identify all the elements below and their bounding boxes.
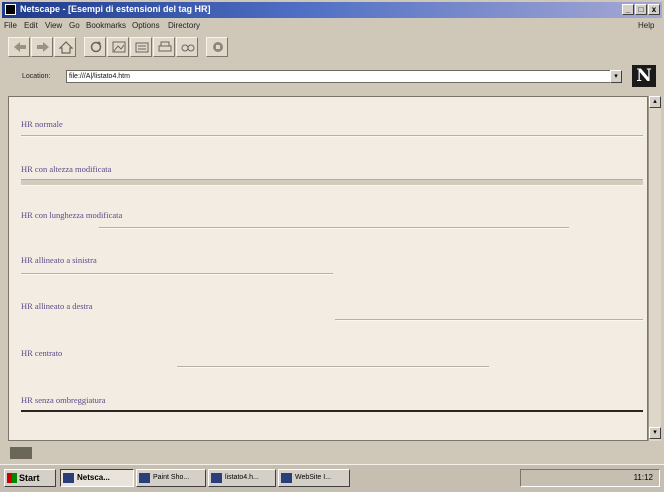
task-paint-shop[interactable]: Paint Sho... xyxy=(136,469,206,487)
task-netscape[interactable]: Netsca... xyxy=(60,469,134,487)
maximize-button[interactable]: □ xyxy=(635,4,647,15)
hr-lunghezza-modificata xyxy=(99,227,569,229)
task-paint-shop-label: Paint Sho... xyxy=(153,474,190,481)
windows-logo-icon xyxy=(7,473,17,483)
window-title: Netscape - [Esempi di estensioni del tag… xyxy=(20,4,211,14)
back-icon[interactable] xyxy=(8,37,30,57)
start-button[interactable]: Start xyxy=(4,469,56,487)
hr-altezza-label: HR con altezza modificata xyxy=(21,164,112,174)
hr-altezza-modificata xyxy=(21,179,643,186)
hr-senza-ombreggiatura xyxy=(21,410,643,412)
task-netscape-label: Netsca... xyxy=(77,473,110,482)
navigation-toolbar xyxy=(2,34,662,62)
print-icon[interactable] xyxy=(153,37,175,57)
paint-shop-task-icon xyxy=(139,473,150,483)
status-bar xyxy=(2,443,662,463)
hr-destra-label: HR allineato a destra xyxy=(21,301,93,311)
menu-file[interactable]: File xyxy=(4,21,17,30)
security-key-icon xyxy=(10,447,32,459)
start-label: Start xyxy=(19,473,40,483)
hr-lunghezza-label: HR con lunghezza modificata xyxy=(21,210,123,220)
menu-bar: File Edit View Go Bookmarks Options Dire… xyxy=(2,19,662,33)
menu-options[interactable]: Options xyxy=(132,21,160,30)
scroll-down-icon[interactable]: ▾ xyxy=(649,427,661,439)
hr-sinistra-label: HR allineato a sinistra xyxy=(21,255,97,265)
title-bar[interactable]: Netscape - [Esempi di estensioni del tag… xyxy=(2,2,662,18)
page-content: HR normale HR con altezza modificata HR … xyxy=(8,96,648,441)
hr-allineato-destra xyxy=(335,319,643,321)
hr-centrato-label: HR centrato xyxy=(21,348,63,358)
task-listato4[interactable]: listato4.h... xyxy=(208,469,276,487)
hr-normale-label: HR normale xyxy=(21,119,63,129)
hr-normale xyxy=(21,135,643,137)
stop-icon[interactable] xyxy=(206,37,228,57)
location-dropdown-icon[interactable]: ▾ xyxy=(610,70,622,83)
location-input[interactable]: file:///A|/listato4.htm xyxy=(66,70,611,83)
menu-bookmarks[interactable]: Bookmarks xyxy=(86,21,126,30)
document-task-icon xyxy=(211,473,222,483)
clock[interactable]: 11:12 xyxy=(634,473,653,482)
system-tray: 11:12 xyxy=(520,469,660,487)
netscape-window: Netscape - [Esempi di estensioni del tag… xyxy=(0,0,664,492)
menu-go[interactable]: Go xyxy=(69,21,80,30)
hr-senza-ombreggiatura-label: HR senza ombreggiatura xyxy=(21,395,106,405)
open-icon[interactable] xyxy=(130,37,152,57)
menu-help[interactable]: Help xyxy=(638,21,654,30)
forward-icon[interactable] xyxy=(31,37,53,57)
menu-edit[interactable]: Edit xyxy=(24,21,38,30)
minimize-button[interactable]: _ xyxy=(622,4,634,15)
reload-icon[interactable] xyxy=(84,37,106,57)
home-icon[interactable] xyxy=(54,37,76,57)
location-bar: Location: file:///A|/listato4.htm ▾ N xyxy=(2,64,662,90)
menu-directory[interactable]: Directory xyxy=(168,21,200,30)
taskbar: Start Netsca... Paint Sho... listato4.h.… xyxy=(0,464,664,492)
task-listato4-label: listato4.h... xyxy=(225,474,259,481)
website-task-icon xyxy=(281,473,292,483)
netscape-task-icon xyxy=(63,473,74,483)
task-website[interactable]: WebSite I... xyxy=(278,469,350,487)
netscape-logo[interactable]: N xyxy=(632,65,656,87)
hr-centrato xyxy=(177,366,489,368)
find-icon[interactable] xyxy=(176,37,198,57)
images-icon[interactable] xyxy=(107,37,129,57)
location-label: Location: xyxy=(22,73,51,80)
netscape-app-icon[interactable] xyxy=(5,4,16,15)
vertical-scrollbar[interactable]: ▴ ▾ xyxy=(648,96,661,441)
menu-view[interactable]: View xyxy=(45,21,62,30)
close-button[interactable]: x xyxy=(648,4,660,15)
task-website-label: WebSite I... xyxy=(295,474,332,481)
hr-allineato-sinistra xyxy=(21,273,333,275)
scroll-up-icon[interactable]: ▴ xyxy=(649,96,661,108)
